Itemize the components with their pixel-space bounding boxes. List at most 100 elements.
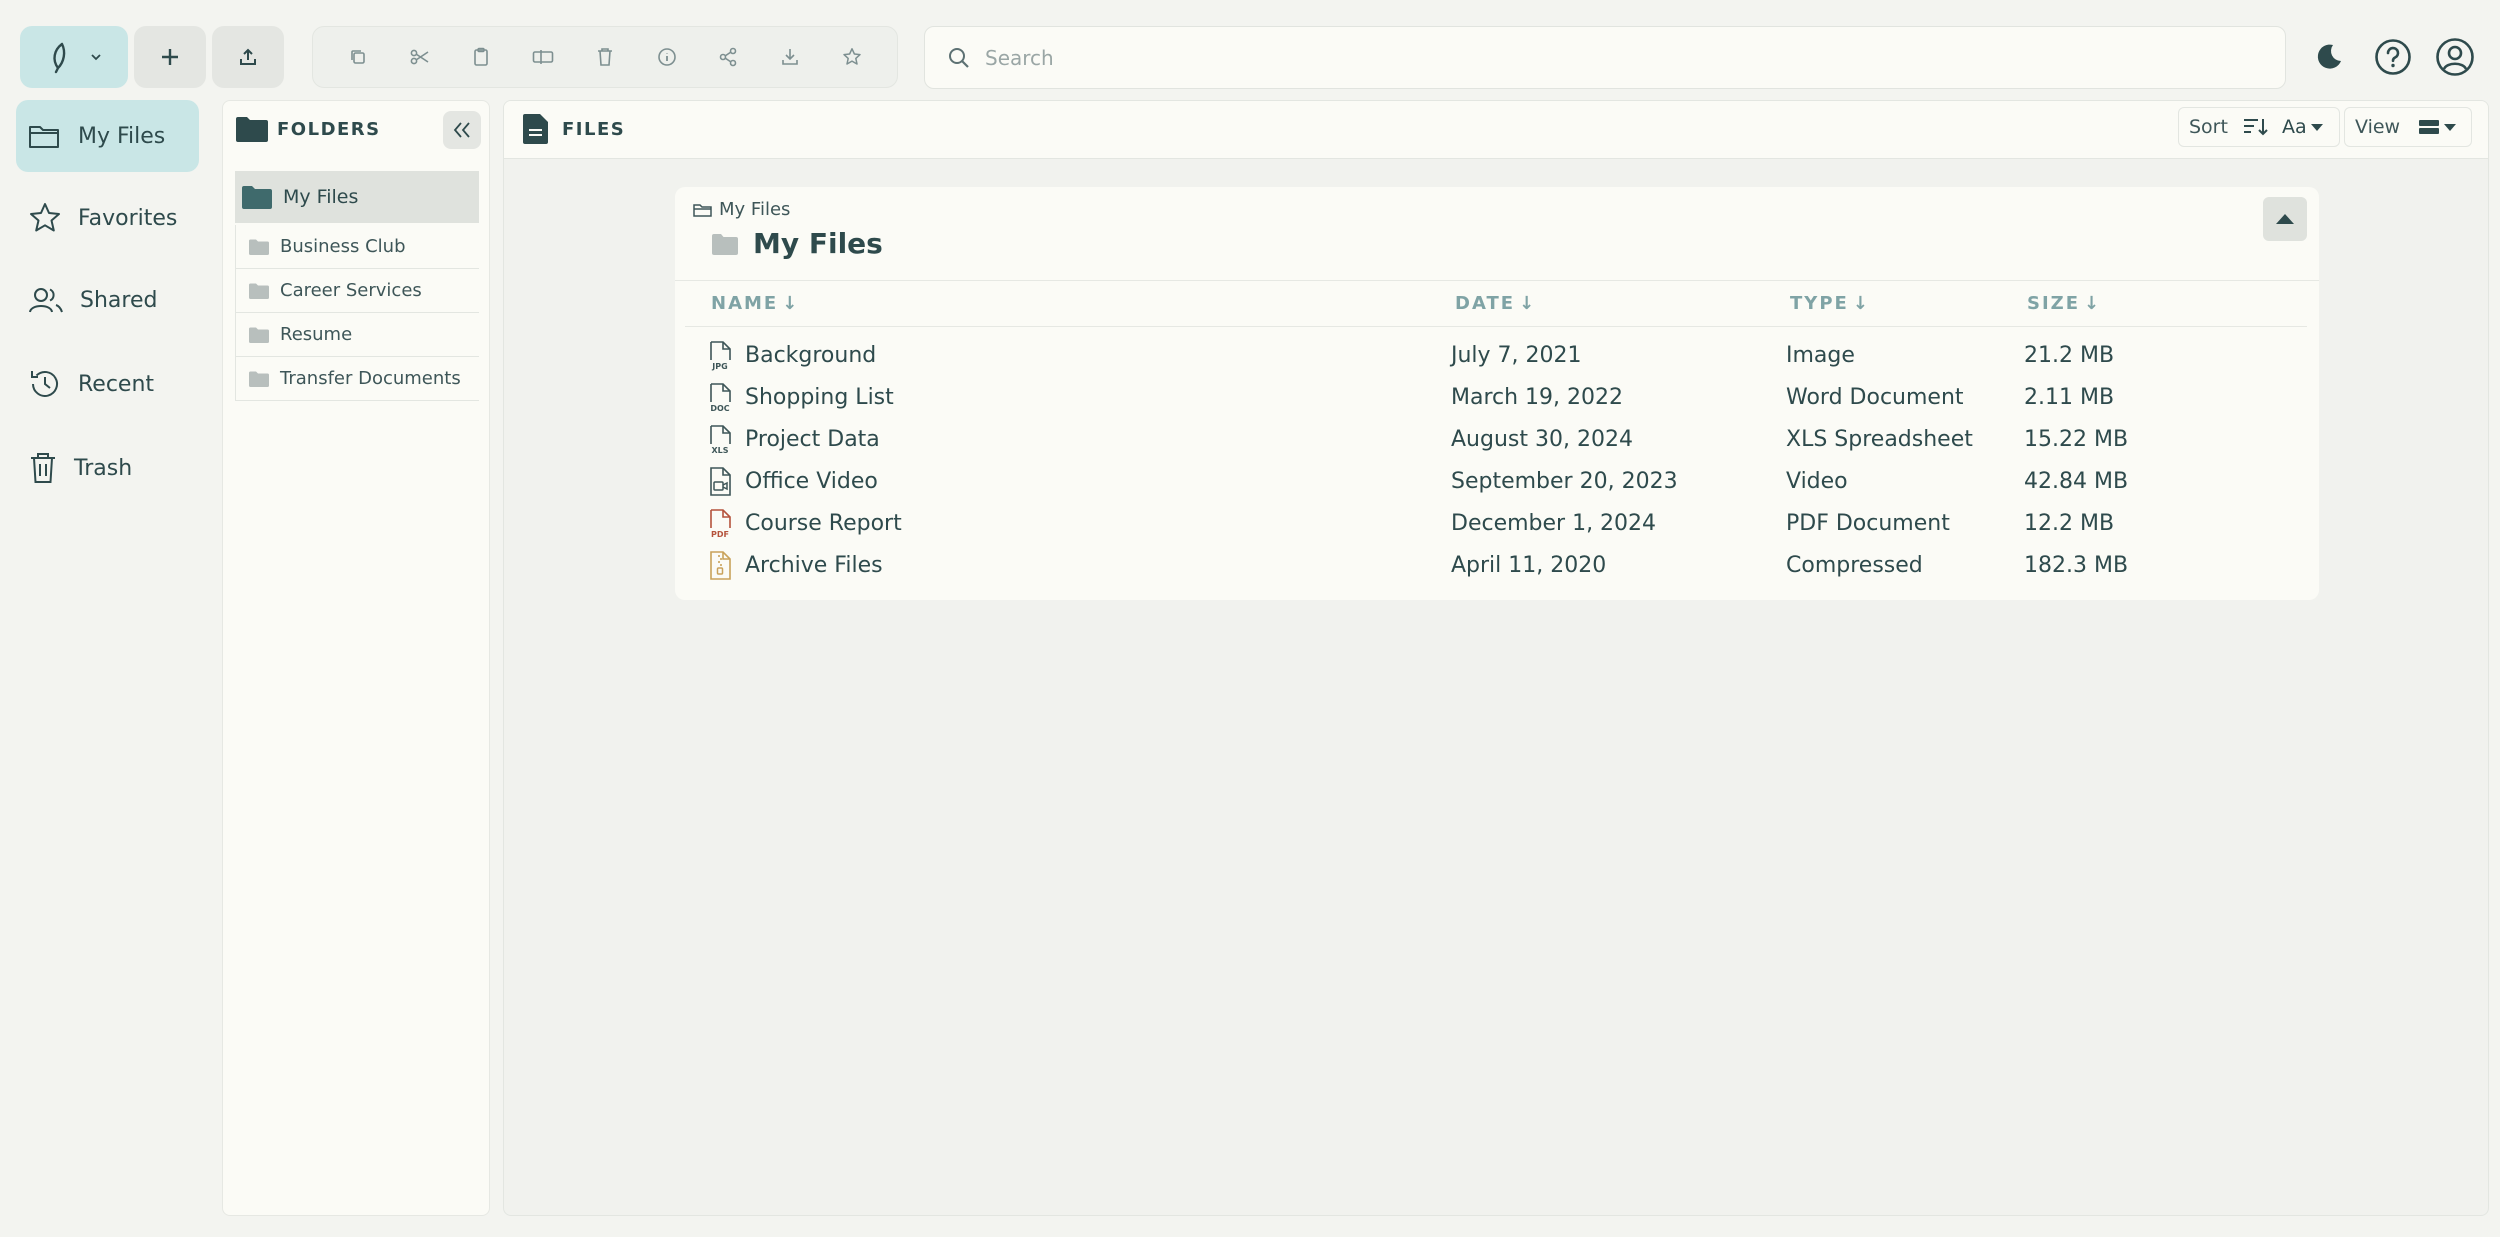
- doc-file-icon: DOC: [707, 383, 733, 413]
- column-header-type[interactable]: TYPE ↓: [1790, 293, 1870, 314]
- case-label: Aa: [2281, 116, 2307, 138]
- help-button[interactable]: [2372, 36, 2414, 78]
- table-row[interactable]: DOC Shopping List March 19, 2022 Word Do…: [675, 377, 2319, 419]
- card-title: My Files: [711, 227, 883, 260]
- folders-header: FOLDERS: [235, 115, 381, 143]
- arrow-down-icon: ↓: [2084, 293, 2102, 314]
- nav-item-favorites[interactable]: Favorites: [16, 182, 199, 254]
- rename-icon: [532, 49, 554, 65]
- sort-control[interactable]: Sort Aa: [2178, 107, 2340, 147]
- nav-item-shared[interactable]: Shared: [16, 264, 199, 336]
- breadcrumb[interactable]: My Files: [693, 199, 790, 220]
- theme-toggle-button[interactable]: [2308, 36, 2350, 78]
- folder-title: My Files: [753, 227, 883, 260]
- table-row[interactable]: JPG Background July 7, 2021 Image 21.2 M…: [675, 335, 2319, 377]
- file-date: August 30, 2024: [1451, 427, 1633, 452]
- info-button[interactable]: [647, 37, 687, 77]
- svg-text:XLS: XLS: [711, 446, 728, 455]
- caret-up-icon: [2274, 212, 2296, 226]
- upload-button[interactable]: [212, 26, 284, 88]
- file-size: 15.22 MB: [2024, 427, 2129, 452]
- collapse-folders-button[interactable]: [443, 111, 481, 149]
- moon-icon: [2313, 41, 2345, 73]
- file-type: PDF Document: [1786, 511, 1950, 536]
- help-icon: [2374, 38, 2412, 76]
- table-row[interactable]: PDF Course Report December 1, 2024 PDF D…: [675, 503, 2319, 545]
- folder-icon: [248, 282, 270, 300]
- svg-text:PDF: PDF: [711, 530, 729, 539]
- file-type: Video: [1786, 469, 1848, 494]
- file-size: 21.2 MB: [2024, 343, 2115, 368]
- caret-down-icon: [2310, 122, 2324, 132]
- copy-button[interactable]: [338, 37, 378, 77]
- file-type: Compressed: [1786, 553, 1923, 578]
- sort-order-icon[interactable]: [2242, 116, 2268, 138]
- column-header-size[interactable]: SIZE ↓: [2027, 293, 2101, 314]
- file-date: March 19, 2022: [1451, 385, 1624, 410]
- table-row[interactable]: XLS Project Data August 30, 2024 XLS Spr…: [675, 419, 2319, 461]
- file-name: Office Video: [745, 469, 878, 494]
- folder-icon: [248, 326, 270, 344]
- paste-button[interactable]: [461, 37, 501, 77]
- folder-label: My Files: [283, 186, 359, 208]
- view-label: View: [2355, 116, 2401, 138]
- list-view-icon: [2418, 118, 2440, 136]
- folder-item[interactable]: Transfer Documents: [235, 357, 479, 401]
- file-date: December 1, 2024: [1451, 511, 1657, 536]
- caret-down-icon: [2443, 122, 2457, 132]
- nav-label: Trash: [74, 455, 133, 481]
- favorite-button[interactable]: [832, 37, 872, 77]
- folder-contents-card: My Files My Files NAME ↓ DATE ↓ TYPE ↓ SIZE…: [675, 187, 2319, 600]
- nav-label: Favorites: [78, 205, 178, 231]
- folder-item[interactable]: Business Club: [235, 225, 479, 269]
- account-button[interactable]: [2434, 36, 2476, 78]
- folder-item-my-files[interactable]: My Files: [235, 171, 479, 223]
- table-row[interactable]: Archive Files April 11, 2020 Compressed …: [675, 545, 2319, 587]
- file-date: April 11, 2020: [1451, 553, 1607, 578]
- case-sort-button[interactable]: Aa: [2282, 116, 2324, 138]
- history-icon: [28, 367, 62, 401]
- file-name: Background: [745, 343, 877, 368]
- folder-label: Business Club: [280, 236, 406, 257]
- upload-icon: [238, 47, 258, 67]
- rename-button[interactable]: [523, 37, 563, 77]
- breadcrumb-label: My Files: [719, 199, 791, 220]
- folder-label: Transfer Documents: [280, 368, 461, 389]
- search-input[interactable]: [985, 45, 2185, 70]
- nav-label: Shared: [80, 287, 158, 313]
- app-menu-button[interactable]: [20, 26, 128, 88]
- column-header-date[interactable]: DATE ↓: [1455, 293, 1536, 314]
- view-control[interactable]: View: [2344, 107, 2472, 147]
- file-type: Image: [1786, 343, 1855, 368]
- sort-label: Sort: [2189, 116, 2228, 138]
- folder-item[interactable]: Resume: [235, 313, 479, 357]
- file-size: 12.2 MB: [2024, 511, 2115, 536]
- folder-icon: [248, 238, 270, 256]
- nav-item-recent[interactable]: Recent: [16, 348, 199, 420]
- files-panel: FILES Sort Aa View My Files My Files NAM…: [503, 100, 2489, 1216]
- files-title: FILES: [562, 118, 626, 140]
- divider: [675, 280, 2319, 281]
- zip-file-icon: [707, 551, 733, 581]
- delete-button[interactable]: [585, 37, 625, 77]
- search-bar[interactable]: [924, 26, 2286, 89]
- column-header-name[interactable]: NAME ↓: [711, 293, 799, 314]
- cut-button[interactable]: [400, 37, 440, 77]
- download-button[interactable]: [770, 37, 810, 77]
- delete-icon: [597, 47, 613, 67]
- files-header: FILES Sort Aa View: [504, 101, 2488, 159]
- share-button[interactable]: [708, 37, 748, 77]
- nav-item-my-files[interactable]: My Files: [16, 100, 199, 172]
- new-button[interactable]: [134, 26, 206, 88]
- collapse-card-button[interactable]: [2263, 197, 2307, 241]
- file-size: 182.3 MB: [2024, 553, 2129, 578]
- folders-title: FOLDERS: [277, 118, 381, 140]
- file-type: XLS Spreadsheet: [1786, 427, 1973, 452]
- video-file-icon: [707, 467, 733, 497]
- file-size: 2.11 MB: [2024, 385, 2115, 410]
- table-row[interactable]: Office Video September 20, 2023 Video 42…: [675, 461, 2319, 503]
- folder-item[interactable]: Career Services: [235, 269, 479, 313]
- folder-icon: [241, 184, 273, 210]
- nav-item-trash[interactable]: Trash: [16, 432, 199, 504]
- user-icon: [2435, 37, 2475, 77]
